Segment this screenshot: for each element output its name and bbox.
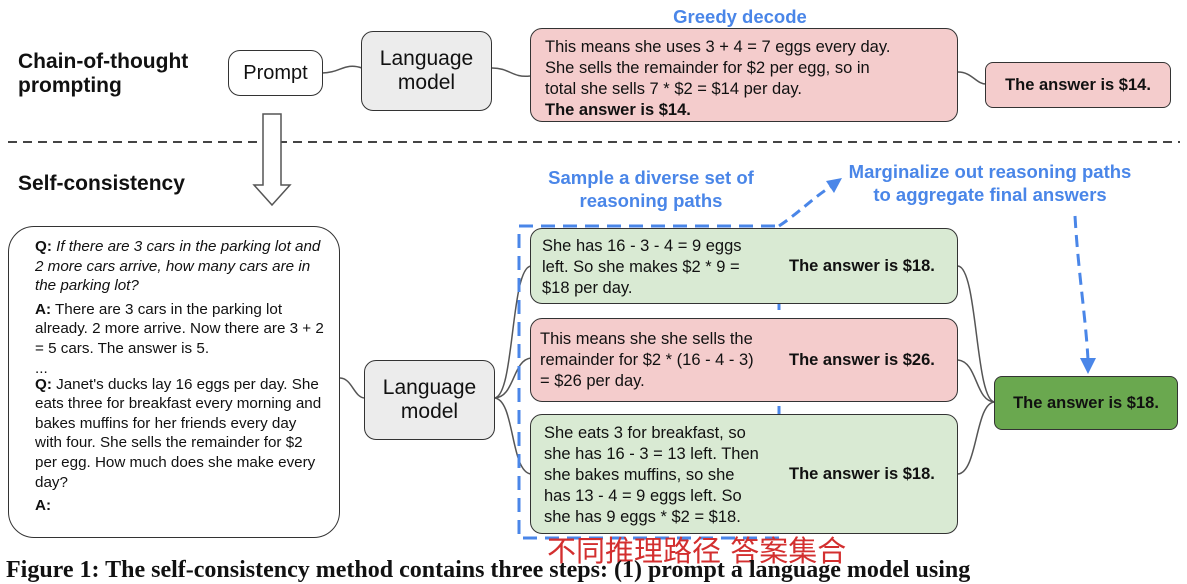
reasoning-path-3: She eats 3 for breakfast, so she has 16 … — [530, 414, 958, 534]
path-3-reasoning: She eats 3 for breakfast, so she has 16 … — [544, 424, 759, 526]
path-1-reasoning: She has 16 - 3 - 4 = 9 eggs left. So she… — [542, 237, 742, 297]
greedy-reasoning-box: This means she uses 3 + 4 = 7 eggs every… — [530, 28, 958, 122]
sc-language-model-box: Language model — [364, 360, 495, 440]
path-3-to-final-line — [957, 401, 996, 475]
greedy-to-answer-line — [957, 71, 987, 85]
model-to-path-2-line — [493, 357, 532, 399]
self-consistency-row-label: Self-consistency — [18, 172, 185, 195]
prompt-ellipsis: ... — [35, 359, 48, 377]
path-3-answer: The answer is $18. — [789, 465, 935, 483]
reasoning-path-1: She has 16 - 3 - 4 = 9 eggs left. So she… — [530, 228, 958, 304]
marginalize-to-final-arrowhead — [1080, 358, 1096, 374]
model-to-path-1-line — [493, 265, 532, 399]
prompt-a1: A: There are 3 cars in the parking lot a… — [35, 300, 324, 357]
cot-row-label: Chain-of-thought prompting — [18, 50, 189, 97]
prompt-q2: Q: Janet's ducks lay 16 eggs per day. Sh… — [35, 375, 322, 491]
cot-language-model-box: Language model — [361, 31, 492, 111]
path-2-to-final-line — [957, 359, 996, 403]
greedy-decode-label: Greedy decode — [673, 6, 807, 27]
figure-caption: Figure 1: The self-consistency method co… — [6, 557, 971, 583]
bottom-prompt-to-model-line — [339, 377, 366, 399]
path-2-answer: The answer is $26. — [789, 351, 935, 369]
sample-label: Sample a diverse set of reasoning paths — [548, 167, 754, 211]
reasoning-path-2: This means she she sells the remainder f… — [530, 318, 958, 402]
model-to-greedy-line — [491, 67, 531, 77]
model-to-path-3-line — [493, 397, 532, 475]
greedy-line-2: She sells the remainder for $2 per egg, … — [545, 59, 870, 77]
path-2-reasoning: This means she she sells the remainder f… — [540, 330, 754, 390]
marginalize-to-final-arrow — [1073, 215, 1090, 361]
marginalize-label: Marginalize out reasoning paths to aggre… — [848, 161, 1132, 205]
prompt-to-model-line — [321, 65, 363, 74]
down-arrow — [252, 113, 292, 207]
sample-to-marginalize-arrow — [778, 184, 833, 228]
prompt-q1: Q: If there are 3 cars in the parking lo… — [35, 238, 321, 295]
cot-prompt-box: Prompt — [228, 50, 323, 96]
greedy-final-answer: The answer is $14. — [985, 62, 1171, 108]
greedy-answer-line: The answer is $14. — [545, 101, 691, 119]
aggregated-final-answer: The answer is $18. — [994, 376, 1178, 430]
greedy-line-3: total she sells 7 * $2 = $14 per day. — [545, 80, 802, 98]
prompt-a2: A: — [35, 497, 52, 515]
path-1-answer: The answer is $18. — [789, 257, 935, 275]
few-shot-prompt-box: Q: If there are 3 cars in the parking lo… — [8, 226, 340, 538]
greedy-line-1: This means she uses 3 + 4 = 7 eggs every… — [545, 38, 891, 56]
